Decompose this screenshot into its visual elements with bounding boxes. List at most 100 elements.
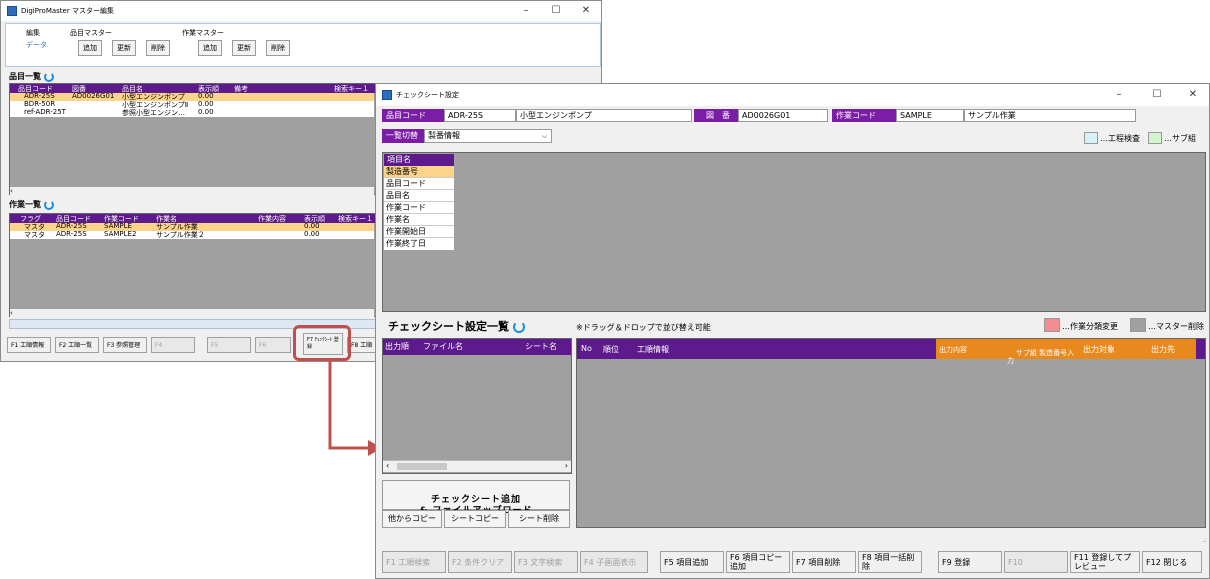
list-item[interactable]: 作業終了日 <box>384 238 454 250</box>
fkey-f8[interactable]: F8 項目一括削除 <box>858 551 922 573</box>
legend-sub: …サブ組 <box>1164 134 1196 143</box>
col-header[interactable]: ファイル名 <box>421 341 463 352</box>
ribbon: 編集 データ 品目マスター 追加 更新 削除 作業マスター 追加 更新 削除 <box>5 23 601 67</box>
fkey-f3[interactable]: F3 参照管理 <box>103 337 147 353</box>
list-item[interactable]: 作業コード <box>384 202 454 214</box>
col-header[interactable]: 出力順 <box>383 341 409 352</box>
work-add-button[interactable]: 追加 <box>198 40 222 56</box>
item-code-label: 品目コード <box>382 109 444 122</box>
minimize-icon[interactable]: – <box>1104 84 1134 106</box>
work-delete-button[interactable]: 削除 <box>266 40 290 56</box>
copy-other-button[interactable]: 他からコピー <box>382 510 442 528</box>
col-header[interactable]: 出力先 <box>1151 345 1175 354</box>
list-item[interactable]: 製造番号 <box>384 166 454 178</box>
row-item-code: ADR-25S <box>56 222 87 230</box>
row-work-code: SAMPLE <box>104 222 132 230</box>
fkey-f5[interactable]: F5 <box>207 337 251 353</box>
col-header[interactable]: 出力内容 <box>939 346 967 354</box>
refresh-icon[interactable] <box>512 321 525 333</box>
row-drawing: AD0026G01 <box>72 92 115 100</box>
row-order: 0.00 <box>304 230 320 238</box>
step-header-output: 出力内容 <box>936 339 1004 359</box>
row-work-code: SAMPLE2 <box>104 230 137 238</box>
fkey-f9[interactable]: F9 登録 <box>938 551 1002 573</box>
list-item[interactable]: 品目コード <box>384 178 454 190</box>
fkey-f10[interactable]: F10 <box>1004 551 1068 573</box>
item-add-button[interactable]: 追加 <box>78 40 102 56</box>
list-item[interactable]: 作業名 <box>384 214 454 226</box>
legend-class: …作業分類変更 <box>1062 322 1118 331</box>
field-area <box>382 152 1206 312</box>
table-row[interactable]: マスタ ADR-25S SAMPLE2 サンプル作業２ 0.00 <box>10 230 374 239</box>
fkey-f6[interactable]: F6 項目コピー追加 <box>726 551 790 573</box>
minimize-icon[interactable]: – <box>511 1 541 21</box>
menu-data[interactable]: データ <box>26 40 47 50</box>
switch-select-value: 製番情報 <box>428 131 460 140</box>
list-item[interactable]: 品目名 <box>384 190 454 202</box>
row-order: 0.00 <box>198 100 214 108</box>
fkey-f11[interactable]: F11 登録してプレビュー <box>1070 551 1140 573</box>
work-code-value: SAMPLE <box>896 109 964 122</box>
legend-class-swatch <box>1044 318 1060 332</box>
refresh-icon[interactable] <box>43 71 54 82</box>
step-header-sub: サブ組 製造番号入力 <box>1004 339 1080 365</box>
fkey-f8[interactable]: F8 工順 <box>347 337 377 353</box>
table-row[interactable]: ref-ADR-25T 参照小型エンジン… 0.00 <box>10 108 374 117</box>
list-item[interactable]: 作業開始日 <box>384 226 454 238</box>
resize-grip-icon[interactable]: .: <box>1202 536 1207 544</box>
step-header-dest: 出力先 <box>1148 339 1196 359</box>
fkey-f12[interactable]: F12 閉じる <box>1142 551 1202 573</box>
fkey-f3[interactable]: F3 文字検索 <box>514 551 578 573</box>
step-header-target: 出力対象 <box>1080 339 1148 359</box>
col-header[interactable]: 順位 <box>601 344 619 355</box>
checksheet-title-bar: チェックシート設定 <box>376 84 1209 106</box>
work-master-label: 作業マスター <box>182 29 224 37</box>
scroll-right-icon[interactable]: › <box>565 461 568 470</box>
row-item-code: ref-ADR-25T <box>24 108 66 116</box>
copy-sheet-button[interactable]: シートコピー <box>444 510 506 528</box>
row-order: 0.00 <box>198 92 214 100</box>
drawing-value: AD0026G01 <box>738 109 828 122</box>
scroll-left-icon[interactable]: ‹ <box>386 461 389 470</box>
maximize-icon[interactable]: ☐ <box>1142 84 1172 106</box>
col-header[interactable]: 工順情報 <box>635 344 669 355</box>
col-header[interactable]: No <box>579 344 592 353</box>
fkey-f1[interactable]: F1 工順検索 <box>382 551 446 573</box>
fkey-f6[interactable]: F6 <box>255 337 291 353</box>
scroll-thumb[interactable] <box>397 463 447 470</box>
fkey-f4[interactable]: F4 <box>151 337 195 353</box>
add-checksheet-button[interactable]: チェックシート追加 & ファイルアップロード <box>382 480 570 516</box>
fkey-f4[interactable]: F4 子画面表示 <box>580 551 648 573</box>
refresh-icon[interactable] <box>43 199 54 210</box>
legend-process: …工程検査 <box>1100 134 1140 143</box>
app-icon <box>7 6 17 16</box>
delete-sheet-button[interactable]: シート削除 <box>508 510 570 528</box>
item-list-scrollbar[interactable]: ‹ <box>10 187 374 195</box>
fkey-f7[interactable]: F7 項目削除 <box>792 551 856 573</box>
col-header[interactable]: 出力対象 <box>1083 345 1115 354</box>
work-list-scrollbar[interactable]: ‹ <box>10 309 374 317</box>
menu-edit[interactable]: 編集 <box>26 28 40 38</box>
row-item-code: BDR-50R <box>24 100 56 108</box>
item-update-button[interactable]: 更新 <box>112 40 136 56</box>
maximize-icon[interactable]: ☐ <box>541 1 571 21</box>
field-list: 項目名 製造番号 品目コード 品目名 作業コード 作業名 作業開始日 作業終了日 <box>384 154 454 250</box>
close-icon[interactable]: ✕ <box>571 1 601 21</box>
fkey-f1[interactable]: F1 工順情報 <box>7 337 51 353</box>
work-update-button[interactable]: 更新 <box>232 40 256 56</box>
sheet-list-scrollbar[interactable]: ‹ › <box>383 460 571 472</box>
fkey-f2[interactable]: F2 工順一覧 <box>55 337 99 353</box>
col-header[interactable]: シート名 <box>523 341 557 352</box>
work-list-title: 作業一覧 <box>9 199 54 210</box>
row-item-code: ADR-25S <box>56 230 87 238</box>
close-icon[interactable]: ✕ <box>1178 84 1208 106</box>
fkey-f5[interactable]: F5 項目追加 <box>660 551 724 573</box>
item-delete-button[interactable]: 削除 <box>146 40 170 56</box>
window-title: チェックシート設定 <box>396 91 459 99</box>
fkey-f2[interactable]: F2 条件クリア <box>448 551 512 573</box>
switch-select[interactable]: 製番情報 ⌵ <box>424 129 552 143</box>
legend-master-swatch <box>1130 318 1146 332</box>
table-row[interactable]: ADR-25S AD0026G01 小型エンジンポンプ 0.00 <box>10 92 374 101</box>
switch-label: 一覧切替 <box>382 129 424 143</box>
row-order: 0.00 <box>304 222 320 230</box>
